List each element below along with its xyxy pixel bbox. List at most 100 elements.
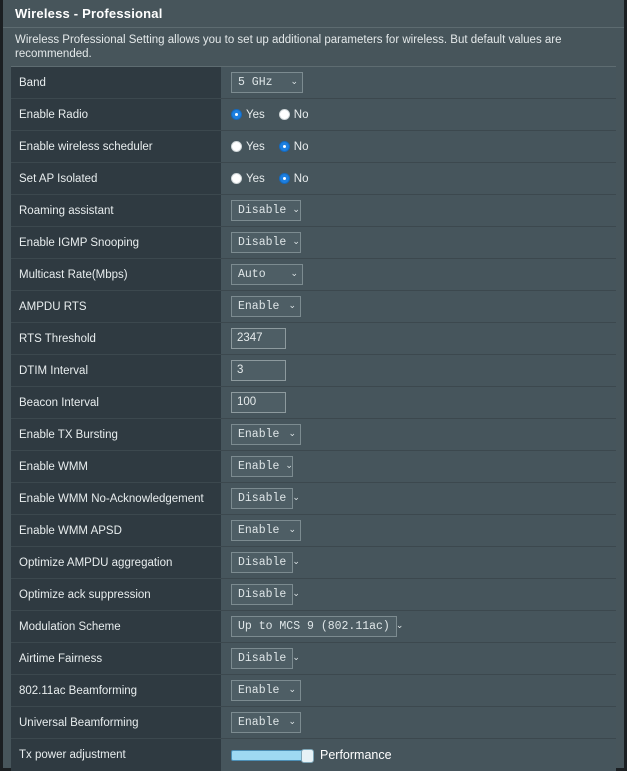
- select-value: Up to MCS 9 (802.11ac): [238, 620, 390, 633]
- settings-row: AMPDU RTS Enable ⌄: [11, 291, 616, 323]
- settings-row: Set AP Isolated Yes No: [11, 163, 616, 195]
- select-optimize-ampdu-aggregation[interactable]: Disable ⌄: [231, 552, 300, 573]
- chevron-down-icon: ⌄: [288, 525, 296, 535]
- radio-label: No: [293, 108, 309, 121]
- setting-value-cell: Yes No: [221, 99, 616, 130]
- input-dtim-interval[interactable]: 3: [231, 360, 286, 381]
- select-modulation-scheme[interactable]: Up to MCS 9 (802.11ac) ⌄: [231, 616, 403, 637]
- select-enable-igmp-snooping[interactable]: Disable ⌄: [231, 232, 301, 253]
- setting-value-cell: Enable ⌄: [221, 451, 616, 482]
- radio-enable-wireless-scheduler-no[interactable]: No: [278, 140, 309, 153]
- select-universal-beamforming[interactable]: Enable ⌄: [231, 712, 301, 733]
- select-802-11ac-beamforming[interactable]: Enable ⌄: [231, 680, 301, 701]
- input-rts-threshold[interactable]: 2347: [231, 328, 286, 349]
- setting-value-cell: Disable ⌄: [221, 227, 616, 258]
- select-value: Disable: [238, 588, 287, 601]
- setting-label: Enable IGMP Snooping: [19, 236, 139, 249]
- page-header: Wireless - Professional: [3, 0, 624, 28]
- input-value: 2347: [237, 332, 263, 344]
- select-airtime-fairness[interactable]: Disable ⌄: [231, 648, 300, 669]
- chevron-down-icon: ⌄: [292, 493, 300, 503]
- radio-button-icon[interactable]: [278, 173, 290, 184]
- radio-button-icon[interactable]: [231, 141, 242, 152]
- settings-row: Modulation Scheme Up to MCS 9 (802.11ac) ⌄: [11, 611, 616, 643]
- setting-label: 802.11ac Beamforming: [19, 684, 138, 697]
- setting-label: Enable wireless scheduler: [19, 140, 153, 153]
- settings-row: Roaming assistant Disable ⌄: [11, 195, 616, 227]
- select-value: Disable: [238, 652, 287, 665]
- setting-label: Enable WMM No-Acknowledgement: [19, 492, 204, 505]
- radio-button-icon[interactable]: [278, 109, 290, 120]
- setting-label-cell: Enable Radio: [11, 99, 221, 130]
- setting-value-cell: Disable ⌄: [221, 579, 616, 610]
- setting-label: Multicast Rate(Mbps): [19, 268, 128, 281]
- radio-enable-wireless-scheduler-yes[interactable]: Yes: [231, 141, 265, 153]
- setting-label-cell: Enable WMM No-Acknowledgement: [11, 483, 221, 514]
- chevron-down-icon: ⌄: [292, 205, 300, 215]
- setting-value-cell: Disable ⌄: [221, 483, 616, 514]
- select-value: Enable: [238, 300, 280, 313]
- slider-handle[interactable]: [301, 748, 314, 763]
- radio-enable-radio-yes[interactable]: Yes: [231, 109, 265, 121]
- select-value: Enable: [238, 524, 280, 537]
- radio-label: No: [293, 140, 309, 153]
- input-value: 3: [237, 364, 244, 376]
- select-band[interactable]: 5 GHz ⌄: [231, 72, 303, 93]
- setting-label: Optimize ack suppression: [19, 588, 151, 601]
- radio-button-icon[interactable]: [231, 109, 242, 120]
- select-value: Enable: [238, 716, 280, 729]
- select-ampdu-rts[interactable]: Enable ⌄: [231, 296, 301, 317]
- radio-set-ap-isolated-no[interactable]: No: [278, 172, 309, 185]
- chevron-down-icon: ⌄: [292, 237, 300, 247]
- slider-value-label: Performance: [320, 748, 392, 762]
- radio-set-ap-isolated-yes[interactable]: Yes: [231, 173, 265, 185]
- setting-label: Enable Radio: [19, 108, 89, 121]
- settings-row: Enable WMM No-Acknowledgement Disable ⌄: [11, 483, 616, 515]
- radio-label: Yes: [246, 108, 265, 121]
- select-value: Disable: [238, 492, 287, 505]
- setting-value-cell: Performance: [221, 739, 616, 771]
- slider-tx-power-adjustment[interactable]: [231, 748, 314, 763]
- select-enable-tx-bursting[interactable]: Enable ⌄: [231, 424, 301, 445]
- setting-label: Enable TX Bursting: [19, 428, 118, 441]
- setting-value-cell: Disable ⌄: [221, 195, 616, 226]
- wireless-professional-panel: Wireless - Professional Wireless Profess…: [3, 0, 624, 771]
- setting-label-cell: Set AP Isolated: [11, 163, 221, 194]
- select-roaming-assistant[interactable]: Disable ⌄: [231, 200, 301, 221]
- setting-label-cell: Band: [11, 67, 221, 98]
- select-enable-wmm-no-acknowledgement[interactable]: Disable ⌄: [231, 488, 300, 509]
- select-multicast-rate-mbps[interactable]: Auto ⌄: [231, 264, 303, 285]
- setting-value-cell: 3: [221, 355, 616, 386]
- setting-value-cell: Disable ⌄: [221, 547, 616, 578]
- select-optimize-ack-suppression[interactable]: Disable ⌄: [231, 584, 300, 605]
- setting-label-cell: Enable TX Bursting: [11, 419, 221, 450]
- setting-value-cell: Enable ⌄: [221, 515, 616, 546]
- input-beacon-interval[interactable]: 100: [231, 392, 286, 413]
- setting-value-cell: 100: [221, 387, 616, 418]
- select-value: Enable: [238, 428, 280, 441]
- setting-label: AMPDU RTS: [19, 300, 87, 313]
- select-enable-wmm[interactable]: Enable ⌄: [231, 456, 293, 477]
- select-enable-wmm-apsd[interactable]: Enable ⌄: [231, 520, 301, 541]
- radio-enable-radio-no[interactable]: No: [278, 108, 309, 121]
- setting-label-cell: Airtime Fairness: [11, 643, 221, 674]
- settings-row: Airtime Fairness Disable ⌄: [11, 643, 616, 675]
- setting-label: Set AP Isolated: [19, 172, 98, 185]
- setting-value-cell: Enable ⌄: [221, 707, 616, 738]
- setting-value-cell: Disable ⌄: [221, 643, 616, 674]
- radio-button-icon[interactable]: [278, 141, 290, 152]
- setting-value-cell: Yes No: [221, 131, 616, 162]
- radio-button-icon[interactable]: [231, 173, 242, 184]
- setting-label: Optimize AMPDU aggregation: [19, 556, 173, 569]
- settings-row: Tx power adjustment Performance: [11, 739, 616, 771]
- select-value: Disable: [238, 556, 287, 569]
- settings-row: Universal Beamforming Enable ⌄: [11, 707, 616, 739]
- chevron-down-icon: ⌄: [288, 685, 296, 695]
- setting-label-cell: Enable WMM: [11, 451, 221, 482]
- setting-label: Enable WMM: [19, 460, 89, 473]
- setting-label-cell: Multicast Rate(Mbps): [11, 259, 221, 290]
- setting-label-cell: Enable WMM APSD: [11, 515, 221, 546]
- radio-group-enable-radio: Yes No: [231, 109, 322, 121]
- radio-label: No: [293, 172, 309, 185]
- setting-label-cell: Roaming assistant: [11, 195, 221, 226]
